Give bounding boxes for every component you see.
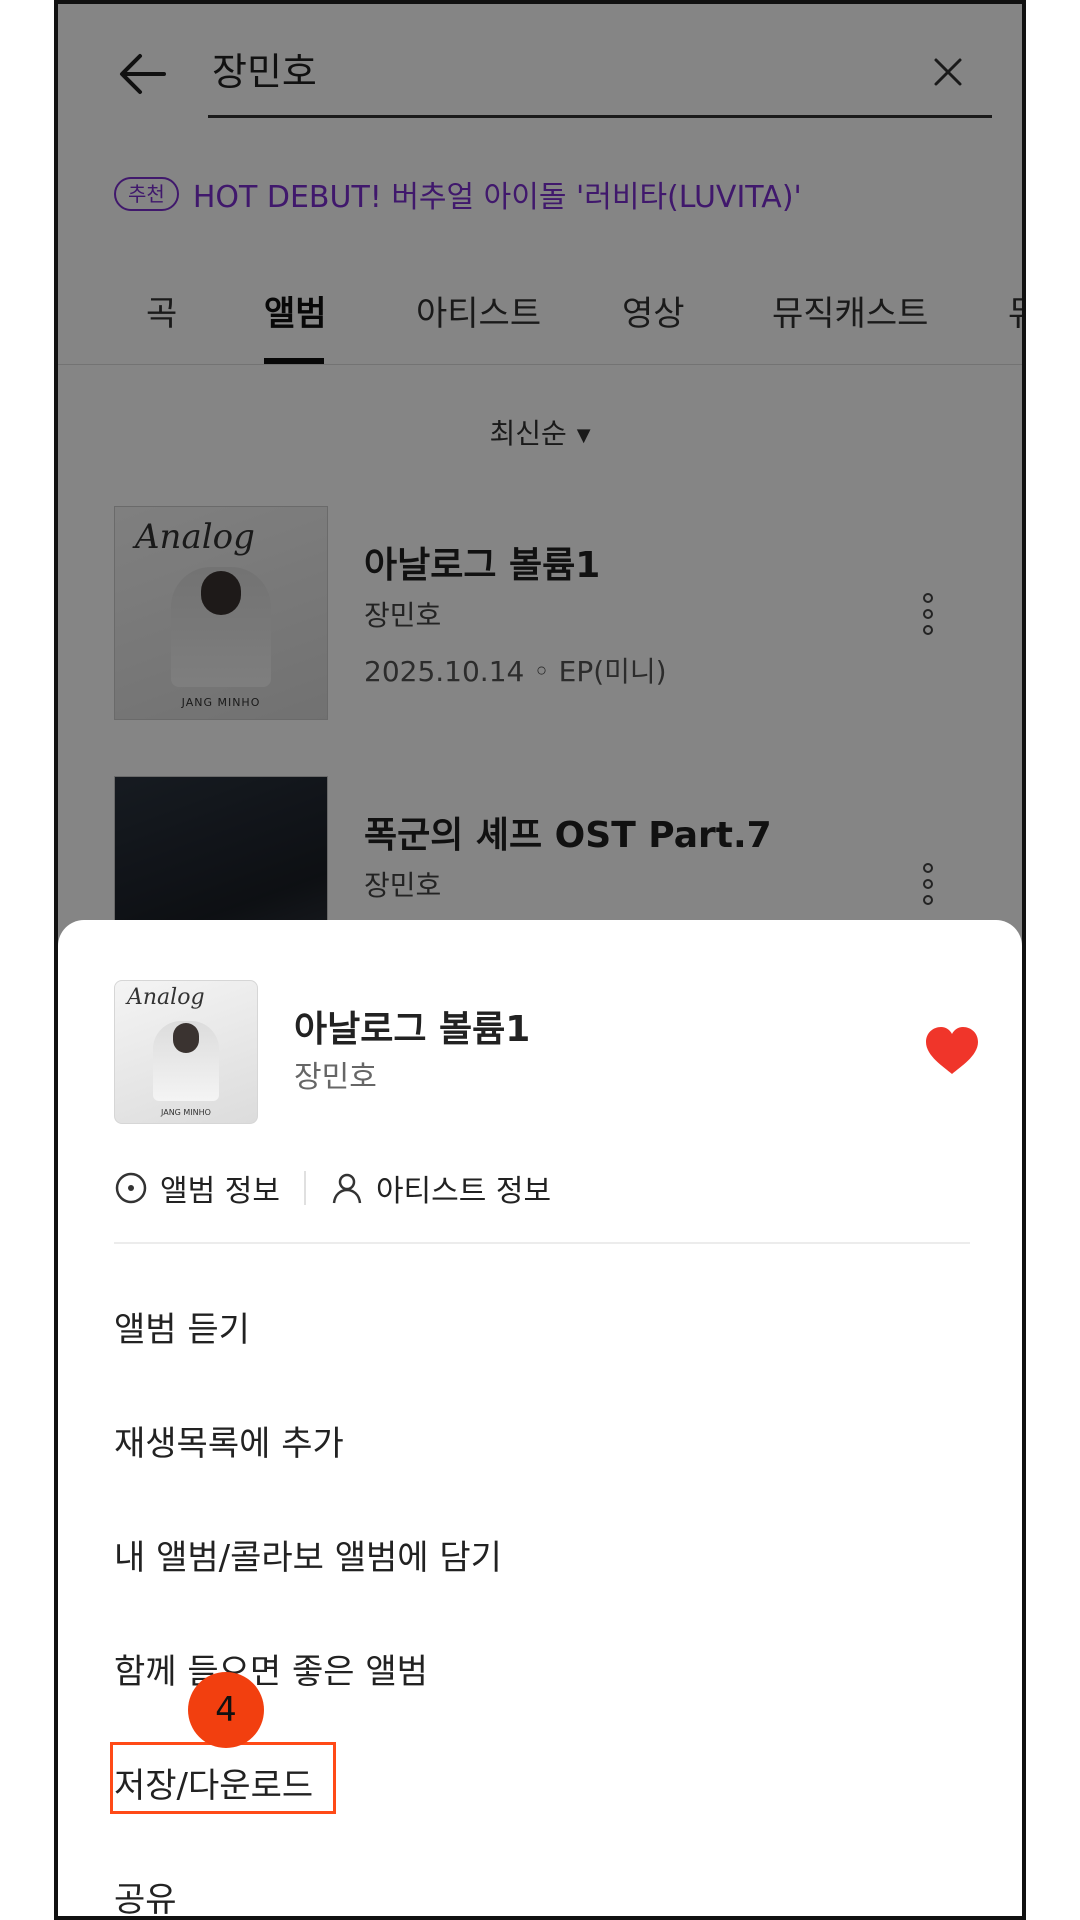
info-links: 앨범 정보 아티스트 정보 bbox=[114, 1160, 551, 1216]
info-separator bbox=[303, 1171, 306, 1205]
menu-share[interactable]: 공유 bbox=[114, 1872, 177, 1916]
cover-footer-text: JANG MINHO bbox=[161, 1108, 211, 1117]
artist-info-label: 아티스트 정보 bbox=[375, 1174, 552, 1209]
album-options-sheet: Analog JANG MINHO 아날로그 볼륨1 장민호 앨범 정보 아티스… bbox=[58, 920, 1022, 1916]
phone-frame: 장민호 추천 HOT DEBUT! 버추얼 아이돌 '러비타(LUVITA)' … bbox=[54, 0, 1026, 1920]
target-highlight-box bbox=[110, 1742, 336, 1814]
album-info-label: 앨범 정보 bbox=[160, 1174, 280, 1209]
artist-info-link[interactable]: 아티스트 정보 bbox=[330, 1166, 551, 1210]
sheet-album-title: 아날로그 볼륨1 bbox=[294, 1009, 531, 1050]
album-info-link[interactable]: 앨범 정보 bbox=[114, 1166, 280, 1210]
menu-add-to-my-album[interactable]: 내 앨범/콜라보 앨범에 담기 bbox=[114, 1530, 502, 1579]
menu-add-to-playlist[interactable]: 재생목록에 추가 bbox=[114, 1416, 344, 1465]
person-icon bbox=[332, 1173, 362, 1204]
step-number-badge: 4 bbox=[188, 1672, 264, 1748]
like-button[interactable] bbox=[924, 1026, 980, 1076]
sheet-album-artist: 장민호 bbox=[294, 1060, 377, 1095]
cover-logo-text: Analog bbox=[127, 985, 205, 1010]
menu-play-album[interactable]: 앨범 듣기 bbox=[114, 1302, 250, 1351]
sheet-album-cover: Analog JANG MINHO bbox=[114, 980, 258, 1124]
heart-icon bbox=[926, 1027, 978, 1074]
menu-recommended-albums[interactable]: 함께 들으면 좋은 앨범 bbox=[114, 1644, 428, 1693]
sheet-divider bbox=[114, 1242, 970, 1244]
disc-icon bbox=[115, 1172, 147, 1204]
search-results-screen: 장민호 추천 HOT DEBUT! 버추얼 아이돌 '러비타(LUVITA)' … bbox=[58, 4, 1022, 1916]
